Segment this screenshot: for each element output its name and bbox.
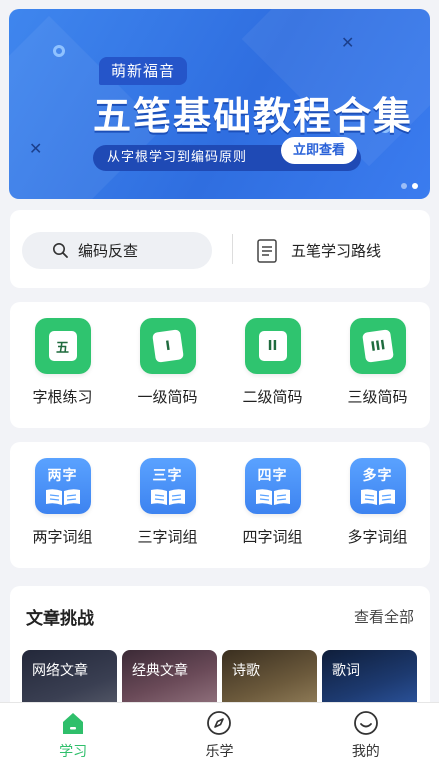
nav-item-mine[interactable]: 我的 (293, 703, 439, 762)
banner-title: 五笔基础教程合集 (93, 94, 414, 138)
phrase-grid: 两字 两字词组 三字 三字词组 四字 四字词组 多字 多字词组 (10, 442, 430, 568)
practice-item-level-2[interactable]: II 二级简码 (228, 318, 318, 428)
book-icon: 四字 (244, 458, 301, 514)
grid-item-label: 字根练习 (32, 388, 93, 406)
grid-item-label: 多字词组 (347, 528, 408, 546)
article-tile-label: 网络文章 (32, 663, 88, 679)
ring-decor-icon (53, 45, 65, 57)
nav-label: 我的 (351, 744, 380, 760)
compass-icon (207, 711, 232, 735)
open-book-icon (150, 489, 185, 505)
nav-label: 学习 (59, 744, 88, 760)
carousel-dot-active[interactable] (412, 183, 418, 189)
tile-glyph: III (361, 329, 394, 363)
book-icon: 两字 (34, 458, 91, 514)
carousel-dot[interactable] (401, 183, 407, 189)
radical-practice-icon: 五 (34, 318, 91, 374)
phrase-item-three-char[interactable]: 三字 三字词组 (123, 458, 213, 568)
level-three-code-icon: III (349, 318, 406, 374)
open-book-icon (360, 489, 395, 505)
phrase-item-multi-char[interactable]: 多字 多字词组 (333, 458, 423, 568)
tile-glyph: I (151, 329, 184, 363)
grid-item-label: 一级简码 (137, 388, 198, 406)
practice-item-level-3[interactable]: III 三级简码 (333, 318, 423, 428)
phrase-item-four-char[interactable]: 四字 四字词组 (228, 458, 318, 568)
document-icon (257, 238, 277, 263)
bottom-nav: 学习 乐学 我的 (0, 702, 439, 762)
promo-banner[interactable]: ✕ ✕ 萌新福音 五笔基础教程合集 从字根学习到编码原则 立即查看 (9, 9, 430, 199)
grid-item-label: 四字词组 (242, 528, 303, 546)
level-one-code-icon: I (139, 318, 196, 374)
grid-item-label: 三级简码 (347, 388, 408, 406)
tile-glyph: II (258, 331, 287, 361)
nav-label: 乐学 (205, 744, 234, 760)
article-tile-label: 歌词 (332, 663, 360, 679)
search-icon (53, 243, 68, 258)
tile-text: 两字 (47, 468, 78, 484)
nav-item-study[interactable]: 学习 (0, 703, 146, 762)
search-card: 编码反查 五笔学习路线 (10, 210, 430, 288)
learning-route-label: 五笔学习路线 (291, 242, 382, 260)
see-all-link[interactable]: 查看全部 (354, 606, 414, 627)
nav-item-fun[interactable]: 乐学 (146, 703, 292, 762)
code-lookup-label: 编码反查 (78, 242, 139, 260)
open-book-icon (255, 489, 290, 505)
practice-grid: 五 字根练习 I 一级简码 II 二级简码 III 三级简码 (10, 302, 430, 428)
book-icon: 多字 (349, 458, 406, 514)
view-now-button[interactable]: 立即查看 (281, 137, 358, 164)
code-lookup-button[interactable]: 编码反查 (22, 232, 212, 269)
phrase-item-two-char[interactable]: 两字 两字词组 (18, 458, 108, 568)
cross-decor-icon: ✕ (29, 139, 43, 158)
divider (232, 234, 233, 264)
grid-item-label: 两字词组 (32, 528, 93, 546)
practice-item-radicals[interactable]: 五 字根练习 (18, 318, 108, 428)
carousel-indicator (401, 183, 418, 189)
banner-tag: 萌新福音 (99, 57, 188, 85)
smile-icon (353, 711, 378, 735)
book-icon: 三字 (139, 458, 196, 514)
practice-item-level-1[interactable]: I 一级简码 (123, 318, 213, 428)
home-icon (63, 713, 84, 734)
tile-text: 多字 (362, 468, 393, 484)
article-tile-label: 诗歌 (232, 663, 260, 679)
level-two-code-icon: II (244, 318, 301, 374)
article-tile-label: 经典文章 (132, 663, 188, 679)
cross-decor-icon: ✕ (341, 33, 355, 52)
open-book-icon (45, 489, 80, 505)
tile-text: 三字 (152, 468, 183, 484)
tile-text: 四字 (257, 468, 288, 484)
learning-route-button[interactable]: 五笔学习路线 (257, 232, 381, 269)
section-title: 文章挑战 (26, 609, 94, 629)
grid-item-label: 二级简码 (242, 388, 303, 406)
grid-item-label: 三字词组 (137, 528, 198, 546)
article-challenge-card: 文章挑战 查看全部 网络文章 经典文章 诗歌 歌词 (10, 586, 430, 716)
tile-glyph: 五 (48, 331, 77, 361)
